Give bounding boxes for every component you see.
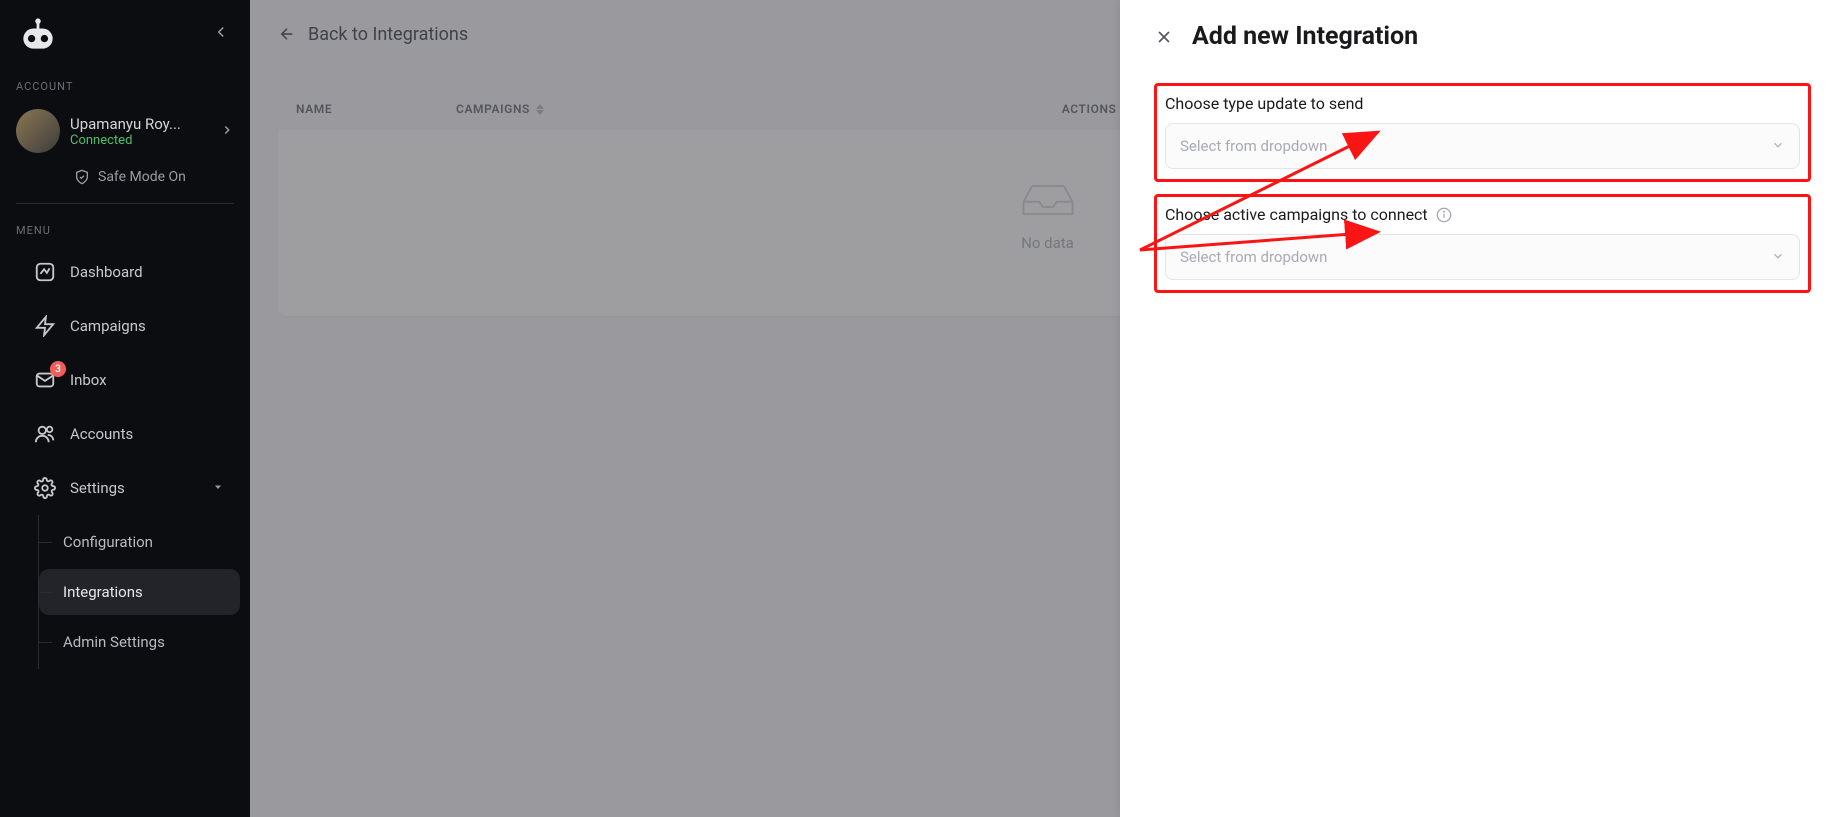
account-section-label: ACCOUNT (0, 64, 250, 101)
field-highlight-campaigns: Choose active campaigns to connect Selec… (1154, 194, 1811, 293)
lightning-icon (34, 315, 56, 337)
sidebar: ACCOUNT Upamanyu Roy... Connected Safe M… (0, 0, 250, 817)
drawer-title: Add new Integration (1192, 22, 1418, 51)
avatar (16, 109, 60, 153)
main-content: Back to Integrations $ Your Plan NAME CA… (250, 0, 1845, 817)
collapse-sidebar-button[interactable] (208, 19, 234, 49)
sidebar-item-campaigns[interactable]: Campaigns (10, 301, 240, 351)
inbox-badge: 3 (50, 361, 66, 377)
field-label-type: Choose type update to send (1165, 94, 1800, 113)
gear-icon (34, 477, 56, 499)
submenu-admin[interactable]: Admin Settings (39, 619, 240, 665)
info-icon (1436, 207, 1452, 223)
drawer-body: Choose type update to send Select from d… (1120, 57, 1845, 319)
sidebar-item-label: Accounts (70, 425, 133, 443)
chevron-right-icon (220, 122, 234, 141)
drawer-header: Add new Integration (1120, 0, 1845, 57)
sidebar-item-accounts[interactable]: Accounts (10, 409, 240, 459)
submenu-configuration[interactable]: Configuration (39, 519, 240, 565)
menu-section-label: MENU (0, 208, 250, 245)
user-profile-row[interactable]: Upamanyu Roy... Connected (0, 101, 250, 161)
sidebar-item-settings[interactable]: Settings (10, 463, 240, 513)
sidebar-item-label: Inbox (70, 371, 107, 389)
select-update-type[interactable]: Select from dropdown (1165, 123, 1800, 169)
select-campaigns[interactable]: Select from dropdown (1165, 234, 1800, 280)
field-label-campaigns: Choose active campaigns to connect (1165, 205, 1800, 224)
field-highlight-type: Choose type update to send Select from d… (1154, 83, 1811, 182)
chart-icon (34, 261, 56, 283)
select-placeholder: Select from dropdown (1180, 248, 1327, 266)
divider (16, 203, 234, 204)
user-info: Upamanyu Roy... Connected (70, 115, 210, 148)
sidebar-item-inbox[interactable]: Inbox 3 (10, 355, 240, 405)
sidebar-item-dashboard[interactable]: Dashboard (10, 247, 240, 297)
sidebar-header (0, 12, 250, 64)
safe-mode-row: Safe Mode On (0, 161, 250, 199)
users-icon (34, 423, 56, 445)
settings-submenu: Configuration Integrations Admin Setting… (38, 515, 250, 669)
app-logo (16, 12, 60, 56)
close-icon (1154, 27, 1174, 47)
close-button[interactable] (1154, 27, 1174, 47)
submenu-integrations[interactable]: Integrations (39, 569, 240, 615)
chevron-left-icon (212, 23, 230, 41)
sidebar-item-label: Settings (70, 479, 125, 497)
sidebar-item-label: Campaigns (70, 317, 146, 335)
user-name: Upamanyu Roy... (70, 115, 210, 133)
user-status: Connected (70, 133, 210, 148)
caret-down-icon (212, 479, 224, 497)
robot-icon (16, 12, 60, 56)
chevron-down-icon (1771, 137, 1785, 156)
safe-mode-text: Safe Mode On (98, 169, 186, 185)
shield-icon (74, 169, 90, 185)
select-placeholder: Select from dropdown (1180, 137, 1327, 155)
chevron-down-icon (1771, 248, 1785, 267)
add-integration-drawer: Add new Integration Choose type update t… (1120, 0, 1845, 817)
sidebar-item-label: Dashboard (70, 263, 143, 281)
